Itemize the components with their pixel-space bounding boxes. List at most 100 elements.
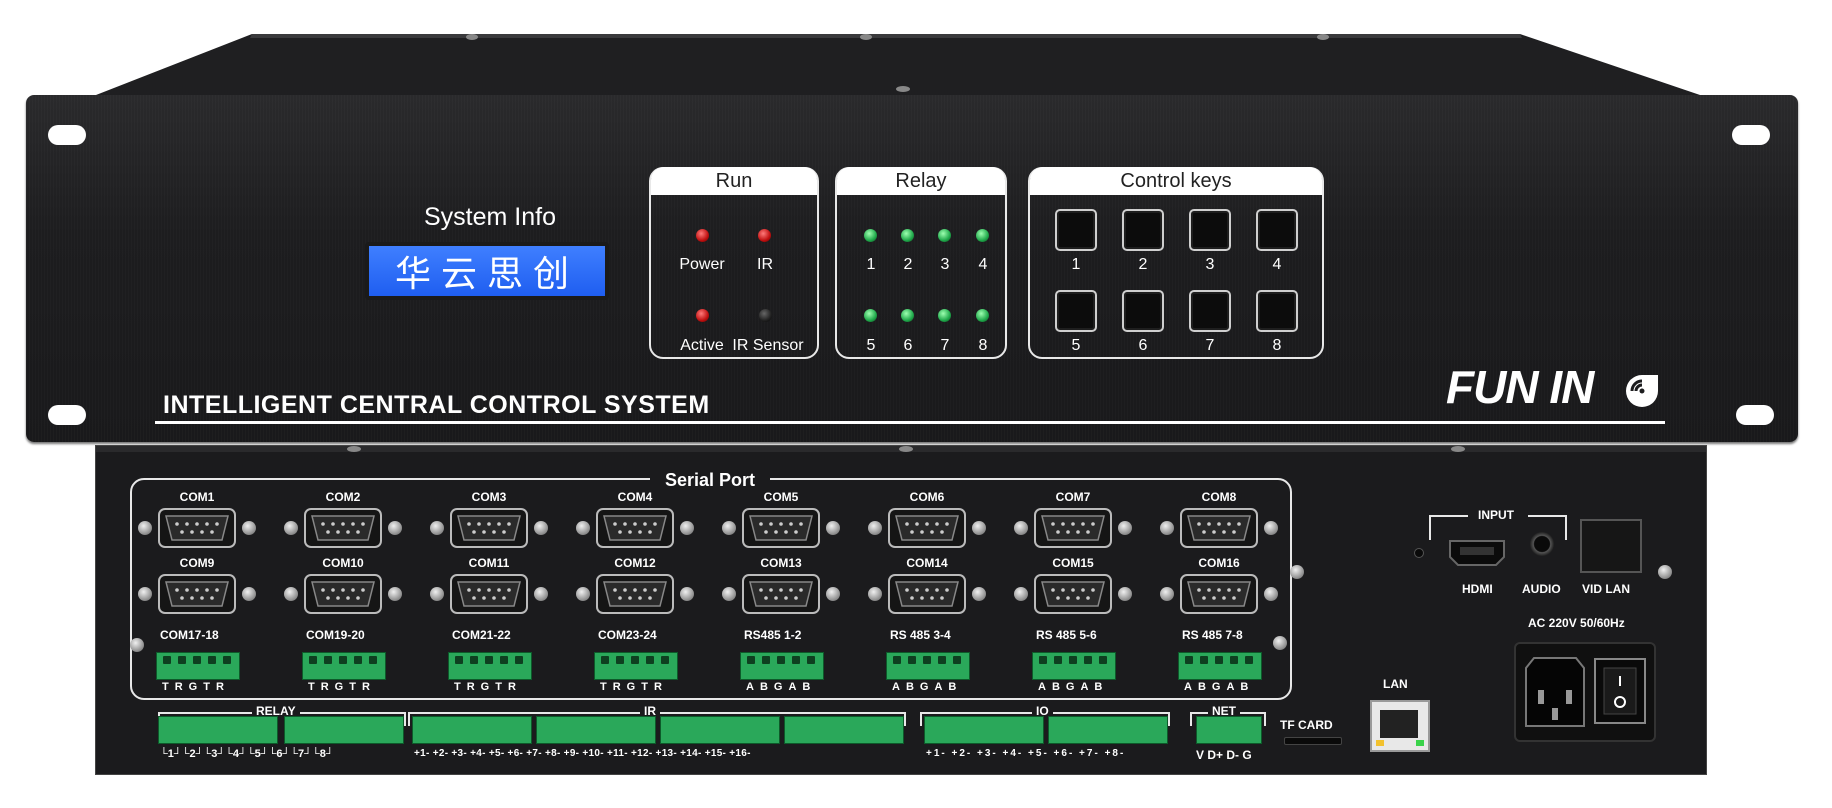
io-terminal-a[interactable]	[924, 716, 1044, 744]
terminal-block-label: COM17-18	[160, 628, 219, 642]
ir-terminal-c[interactable]	[660, 716, 780, 744]
terminal-block-label: RS485 1-2	[744, 628, 802, 642]
control-key-label-1: 1	[1071, 256, 1081, 273]
terminal-block[interactable]	[594, 652, 678, 680]
ir-terminal-d[interactable]	[784, 716, 904, 744]
ir-terminal-a[interactable]	[412, 716, 532, 744]
terminal-block[interactable]	[302, 652, 386, 680]
terminal-block-label: RS 485 7-8	[1182, 628, 1243, 642]
hdmi-label: HDMI	[1462, 582, 1493, 596]
db9-port-com8[interactable]	[1180, 508, 1258, 548]
db9-screw	[576, 521, 590, 535]
control-key-4[interactable]	[1256, 209, 1298, 251]
db9-port-com14[interactable]	[888, 574, 966, 614]
active-label: Active	[680, 337, 724, 354]
db9-screw	[242, 587, 256, 601]
product-caption: INTELLIGENT CENTRAL CONTROL SYSTEM	[163, 391, 710, 419]
control-key-label-2: 2	[1138, 256, 1148, 273]
terminal-block[interactable]	[156, 652, 240, 680]
terminal-block-label: RS 485 3-4	[890, 628, 951, 642]
db9-screw	[826, 521, 840, 535]
active-led	[696, 309, 709, 322]
control-key-1[interactable]	[1055, 209, 1097, 251]
relay-terminal-a[interactable]	[158, 716, 278, 744]
relay-led-5	[864, 309, 877, 322]
power-switch[interactable]	[1594, 658, 1646, 724]
db9-screw	[1264, 521, 1278, 535]
vid-lan-port[interactable]	[1580, 519, 1642, 573]
control-key-2[interactable]	[1122, 209, 1164, 251]
terminal-pin-labels: TRGTR	[308, 681, 376, 693]
db9-port-com2[interactable]	[304, 508, 382, 548]
db9-screw	[722, 521, 736, 535]
db9-screw	[534, 587, 548, 601]
ir-sensor	[759, 309, 772, 322]
control-key-6[interactable]	[1122, 290, 1164, 332]
relay-led-8	[976, 309, 989, 322]
db9-port-com13[interactable]	[742, 574, 820, 614]
terminal-block[interactable]	[1032, 652, 1116, 680]
ir-terminal-b[interactable]	[536, 716, 656, 744]
audio-jack[interactable]	[1530, 532, 1554, 556]
db9-screw	[1118, 521, 1132, 535]
control-key-7[interactable]	[1189, 290, 1231, 332]
io-pin-labels: +1- +2- +3- +4- +5- +6- +7- +8-	[926, 748, 1126, 759]
db9-port-com1[interactable]	[158, 508, 236, 548]
lcd-display: 华云思创	[365, 242, 609, 300]
relay-terminal-b[interactable]	[284, 716, 404, 744]
db9-screw	[388, 587, 402, 601]
db9-screw	[1014, 521, 1028, 535]
control-key-label-7: 7	[1205, 337, 1215, 354]
terminal-block[interactable]	[1178, 652, 1262, 680]
control-key-8[interactable]	[1256, 290, 1298, 332]
com-port-label: COM11	[468, 556, 510, 570]
relay-led-7	[938, 309, 951, 322]
com-port-label: COM15	[1052, 556, 1094, 570]
panel-screw	[130, 638, 144, 652]
io-terminal-b[interactable]	[1048, 716, 1168, 744]
lan-port[interactable]	[1370, 700, 1430, 752]
db9-port-com15[interactable]	[1034, 574, 1112, 614]
system-info-label: System Info	[424, 203, 556, 231]
db9-port-com11[interactable]	[450, 574, 528, 614]
terminal-block[interactable]	[740, 652, 824, 680]
db9-screw	[284, 521, 298, 535]
relay-led-3	[938, 229, 951, 242]
rack-ear-hole	[1736, 405, 1774, 425]
terminal-block[interactable]	[448, 652, 532, 680]
db9-port-com3[interactable]	[450, 508, 528, 548]
db9-screw	[430, 521, 444, 535]
control-key-label-6: 6	[1138, 337, 1148, 354]
control-keys-title: Control keys	[1030, 167, 1322, 195]
tf-card-label: TF CARD	[1280, 718, 1333, 732]
db9-port-com5[interactable]	[742, 508, 820, 548]
relay-led-4	[976, 229, 989, 242]
db9-port-com6[interactable]	[888, 508, 966, 548]
db9-port-com10[interactable]	[304, 574, 382, 614]
db9-port-com16[interactable]	[1180, 574, 1258, 614]
relay-panel-title: Relay	[837, 167, 1005, 195]
db9-port-com9[interactable]	[158, 574, 236, 614]
com-port-label: COM9	[179, 556, 215, 570]
iec-power-socket[interactable]	[1524, 656, 1586, 728]
net-terminal[interactable]	[1196, 716, 1262, 744]
hdmi-port[interactable]	[1448, 539, 1506, 567]
com-port-label: COM16	[1198, 556, 1240, 570]
db9-screw	[576, 587, 590, 601]
control-key-label-3: 3	[1205, 256, 1215, 273]
control-key-5[interactable]	[1055, 290, 1097, 332]
brand-icon	[1626, 375, 1658, 407]
terminal-block[interactable]	[886, 652, 970, 680]
db9-port-com7[interactable]	[1034, 508, 1112, 548]
control-key-3[interactable]	[1189, 209, 1231, 251]
db9-port-com4[interactable]	[596, 508, 674, 548]
db9-screw	[722, 587, 736, 601]
relay-label-3: 3	[940, 256, 950, 273]
db9-screw	[1014, 587, 1028, 601]
tf-card-slot[interactable]	[1284, 737, 1342, 745]
top-cover	[96, 34, 1700, 95]
db9-screw	[1160, 521, 1174, 535]
com-port-label: COM5	[763, 490, 799, 504]
terminal-pin-labels: ABGAB	[892, 681, 963, 693]
db9-port-com12[interactable]	[596, 574, 674, 614]
